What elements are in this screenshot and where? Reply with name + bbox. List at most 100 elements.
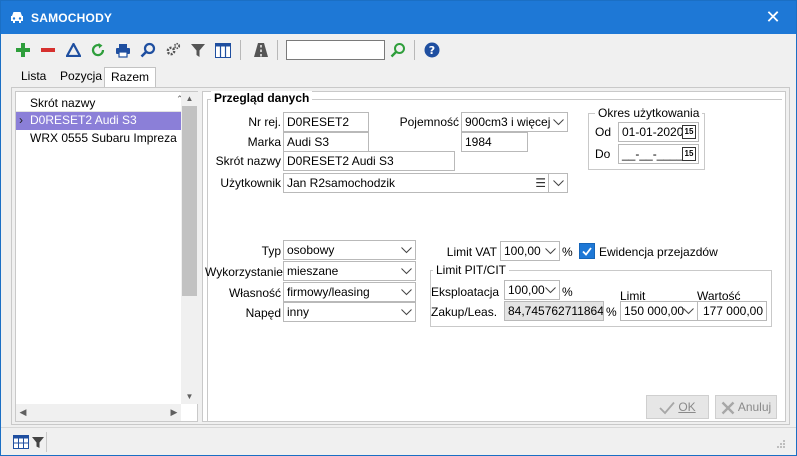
calendar-icon[interactable]: 15 [682,125,696,139]
eksploatacja-unit: % [562,285,573,299]
skrot-nazwy-value: D0RESET2 Audi S3 [287,154,394,168]
vehicle-list: Skrót nazwy ⌃ › D0RESET2 Audi S3 WRX 055… [15,91,198,422]
chevron-down-icon[interactable] [397,241,415,259]
naped-select[interactable]: inny [283,302,416,322]
label-od: Od [595,125,612,139]
car-icon [11,12,23,23]
svg-text:?: ? [429,44,435,57]
label-marka: Marka [247,135,281,149]
search-icon[interactable] [138,39,158,61]
wykorzystanie-value: mieszane [287,264,339,278]
add-icon[interactable] [13,39,33,61]
tab-pozycja[interactable]: Pozycja [54,67,108,86]
nr-rej-value: D0RESET2 [287,115,350,129]
cancel-button[interactable]: Anuluj [715,395,777,419]
filter-icon[interactable] [188,39,208,61]
do-date-field[interactable]: __-__-____ 15 [618,144,699,164]
refresh-icon[interactable] [88,39,108,61]
toolbar-separator [277,40,278,60]
horizontal-scrollbar[interactable]: ◀ ▶ [16,404,181,421]
od-date-field[interactable]: 01-01-2020 15 [618,122,699,142]
scroll-up-icon[interactable]: ▲ [181,92,198,106]
chevron-down-icon[interactable] [549,174,567,192]
marka-value: Audi S3 [287,135,330,149]
delete-icon[interactable] [38,39,58,61]
window-title: SAMOCHODY [31,11,113,25]
status-separator [46,432,47,452]
settings-icon[interactable] [163,39,183,61]
list-icon[interactable]: ☰ [535,174,546,192]
label-wlasnosc: Własność [228,286,281,300]
label-skrot-nazwy: Skrót nazwy [215,154,281,168]
pojemnosc-select[interactable]: 900cm3 i więcej [461,112,568,132]
help-icon[interactable]: ? [422,39,442,61]
find-icon[interactable] [388,39,408,61]
label-nr-rej: Nr rej. [248,115,281,129]
limit-vat-unit: % [562,245,573,259]
naped-value: inny [287,305,310,319]
tab-razem[interactable]: Razem [104,67,157,87]
toolbar-separator [414,40,415,60]
wykorzystanie-select[interactable]: mieszane [283,261,416,281]
skrot-nazwy-field[interactable]: D0RESET2 Audi S3 [283,151,455,171]
chevron-down-icon[interactable] [679,302,697,320]
tab-lista[interactable]: Lista [15,67,52,86]
pojemnosc-value: 900cm3 i więcej [465,115,551,129]
filter-icon[interactable] [28,431,48,453]
eksploatacja-select[interactable]: 100,00 [504,280,560,300]
columns-icon[interactable] [213,39,233,61]
zakup-unit: % [606,305,617,319]
check-icon [659,401,676,415]
uzytkownik-value: Jan R2samochodzik [287,176,396,190]
ewidencja-label[interactable]: Ewidencja przejazdów [599,245,718,259]
list-item[interactable]: › D0RESET2 Audi S3 [16,112,181,130]
chevron-down-icon[interactable] [541,281,559,299]
list-item[interactable]: WRX 0555 Subaru Impreza [16,130,181,148]
detail-panel: Przegląd danych Nr rej. D0RESET2 Pojemno… [202,91,786,422]
chevron-down-icon[interactable] [541,242,559,260]
zakup-value: 84,7457627118644 [508,304,604,318]
label-uzytkownik: Użytkownik [220,176,281,190]
current-row-icon: › [19,113,23,127]
list-header[interactable]: Skrót nazwy ⌃ [16,92,184,112]
chevron-down-icon[interactable] [549,113,567,131]
wartosc-field[interactable]: 177 000,00 [697,301,767,321]
edit-icon[interactable] [63,39,83,61]
rok-field[interactable]: 1984 [461,132,528,152]
road-icon[interactable] [251,39,271,61]
calendar-icon[interactable]: 15 [682,147,696,161]
toolbar-search-input[interactable] [286,40,385,60]
print-icon[interactable] [113,39,133,61]
eksploatacja-value: 100,00 [508,283,545,297]
list-item-label: WRX 0555 Subaru Impreza [30,131,177,145]
status-bar [1,427,796,455]
scroll-down-icon[interactable]: ▼ [181,390,198,404]
ok-label: OK [678,400,696,414]
label-do: Do [595,147,611,161]
scroll-right-icon[interactable]: ▶ [167,405,181,420]
marka-field[interactable]: Audi S3 [283,132,369,152]
label-pojemnosc: Pojemność [399,115,459,129]
chevron-down-icon[interactable] [397,303,415,321]
chevron-down-icon[interactable] [397,283,415,301]
limit-vat-select[interactable]: 100,00 [500,241,560,261]
scrollbar-thumb[interactable] [182,106,197,296]
label-zakup: Zakup/Leas. [431,305,498,319]
limit-vat-value: 100,00 [504,244,541,258]
typ-select[interactable]: osobowy [283,240,416,260]
close-icon[interactable]: ✕ [762,7,784,29]
do-date-value: __-__-____ [622,147,684,161]
ok-button[interactable]: OK [646,395,709,419]
group-title-przeglad: Przegląd danych [211,91,313,105]
chevron-down-icon[interactable] [397,262,415,280]
limit-select[interactable]: 150 000,00 [620,301,698,321]
uzytkownik-select[interactable]: Jan R2samochodzik ☰ [283,173,568,193]
vertical-scrollbar[interactable]: ▲ ▼ [181,92,198,404]
od-date-value: 01-01-2020 [622,125,684,139]
ewidencja-checkbox[interactable] [579,243,595,259]
resize-grip-icon[interactable] [776,438,786,448]
wlasnosc-select[interactable]: firmowy/leasing [283,282,416,302]
label-wykorzystanie: Wykorzystanie [205,265,283,279]
nr-rej-field[interactable]: D0RESET2 [283,112,369,132]
scroll-left-icon[interactable]: ◀ [16,405,30,420]
